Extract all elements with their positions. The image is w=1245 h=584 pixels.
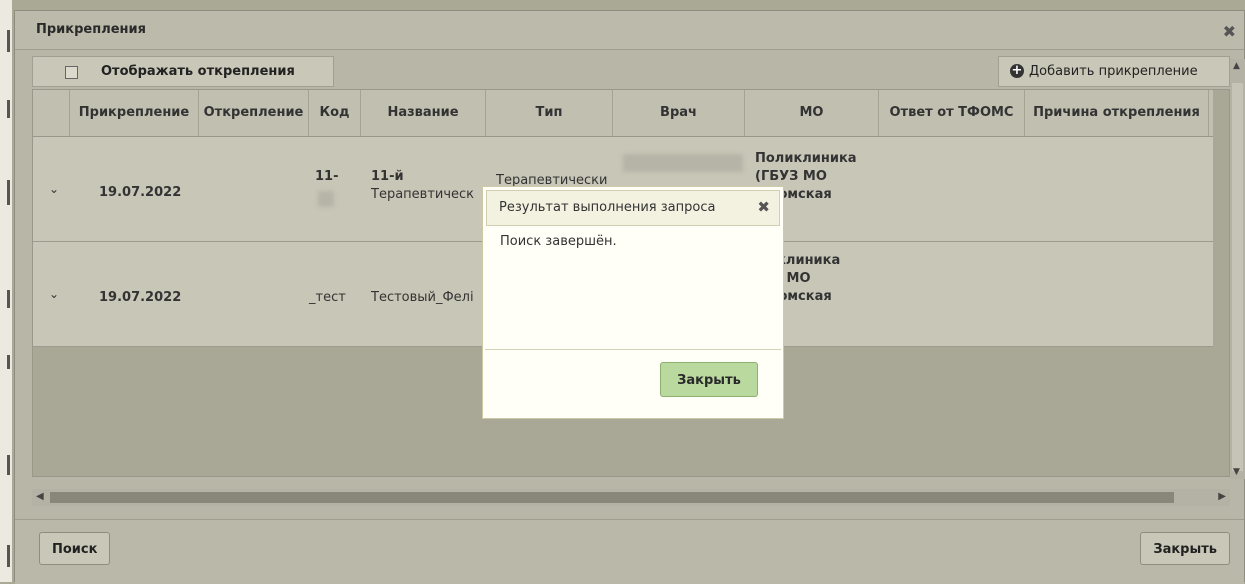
add-attachment-button[interactable]: + Добавить прикрепление bbox=[998, 56, 1230, 87]
chevron-down-icon[interactable]: ⌄ bbox=[49, 182, 59, 196]
column-header-mo[interactable]: МО bbox=[745, 90, 879, 136]
column-header-doctor[interactable]: Врач bbox=[613, 90, 745, 136]
code: 11- bbox=[315, 169, 339, 184]
column-header-detachment[interactable]: Открепление bbox=[199, 90, 309, 136]
blurred-doctor bbox=[623, 154, 743, 172]
show-detachments-toggle[interactable]: Отображать открепления bbox=[32, 56, 334, 87]
vertical-scrollbar[interactable]: ▲ ▼ bbox=[1230, 59, 1245, 479]
column-header-tfoms-response[interactable]: Ответ от ТФОМС bbox=[879, 90, 1025, 136]
window-titlebar: Прикрепления ✖ bbox=[15, 11, 1244, 50]
show-detachments-label: Отображать открепления bbox=[101, 64, 295, 79]
column-header-attachment[interactable]: Прикрепление bbox=[70, 90, 199, 136]
window-footer: Поиск Закрыть bbox=[15, 519, 1244, 584]
attach-date: 19.07.2022 bbox=[99, 290, 182, 305]
dialog-title: Результат выполнения запроса bbox=[499, 200, 716, 215]
name-line-1: Тестовый_Фелі bbox=[371, 290, 474, 305]
attach-date: 19.07.2022 bbox=[99, 185, 182, 200]
dialog-header: Результат выполнения запроса ✖ bbox=[486, 190, 780, 226]
dialog-divider bbox=[485, 349, 781, 350]
column-header-expander bbox=[33, 90, 70, 136]
dialog-close-button[interactable]: Закрыть bbox=[660, 362, 758, 397]
scroll-right-arrow-icon[interactable]: ▶ bbox=[1218, 491, 1226, 502]
checkbox-icon[interactable] bbox=[65, 66, 78, 79]
close-button[interactable]: Закрыть bbox=[1140, 532, 1230, 565]
close-icon[interactable]: ✖ bbox=[1223, 22, 1236, 41]
mo-line-1: Поликлиника bbox=[755, 151, 857, 166]
scroll-left-arrow-icon[interactable]: ◀ bbox=[36, 491, 44, 502]
add-attachment-label: Добавить прикрепление bbox=[1029, 64, 1198, 79]
horizontal-scrollbar[interactable]: ◀ ▶ bbox=[32, 489, 1230, 506]
column-header-type[interactable]: Тип bbox=[486, 90, 613, 136]
scroll-down-arrow-icon[interactable]: ▼ bbox=[1233, 467, 1240, 477]
column-header-name[interactable]: Название bbox=[361, 90, 486, 136]
horizontal-scroll-thumb[interactable] bbox=[50, 492, 1174, 503]
chevron-down-icon[interactable]: ⌄ bbox=[49, 287, 59, 301]
blurred-code bbox=[318, 191, 334, 207]
name-line-2: Терапевтическ bbox=[371, 187, 475, 202]
search-button[interactable]: Поиск bbox=[39, 532, 111, 565]
request-result-dialog: Результат выполнения запроса ✖ Поиск зав… bbox=[482, 186, 784, 419]
column-header-detach-reason[interactable]: Причина открепления bbox=[1025, 90, 1209, 136]
toolbar: Отображать открепления + Добавить прикре… bbox=[32, 56, 1230, 89]
dialog-message: Поиск завершён. bbox=[500, 234, 617, 249]
window-title: Прикрепления bbox=[36, 22, 146, 37]
column-header-code[interactable]: Код bbox=[309, 90, 361, 136]
scroll-up-arrow-icon[interactable]: ▲ bbox=[1233, 61, 1240, 71]
close-icon[interactable]: ✖ bbox=[757, 198, 770, 216]
plus-circle-icon: + bbox=[1010, 63, 1024, 78]
vertical-scroll-thumb[interactable] bbox=[1232, 83, 1243, 471]
code: _тест bbox=[309, 290, 346, 305]
background-window-edge bbox=[0, 0, 12, 582]
table-header: Прикрепление Открепление Код Название Ти… bbox=[33, 90, 1213, 137]
name-line-1: 11-й bbox=[371, 169, 404, 184]
mo-line-2: (ГБУЗ МО bbox=[755, 169, 827, 184]
